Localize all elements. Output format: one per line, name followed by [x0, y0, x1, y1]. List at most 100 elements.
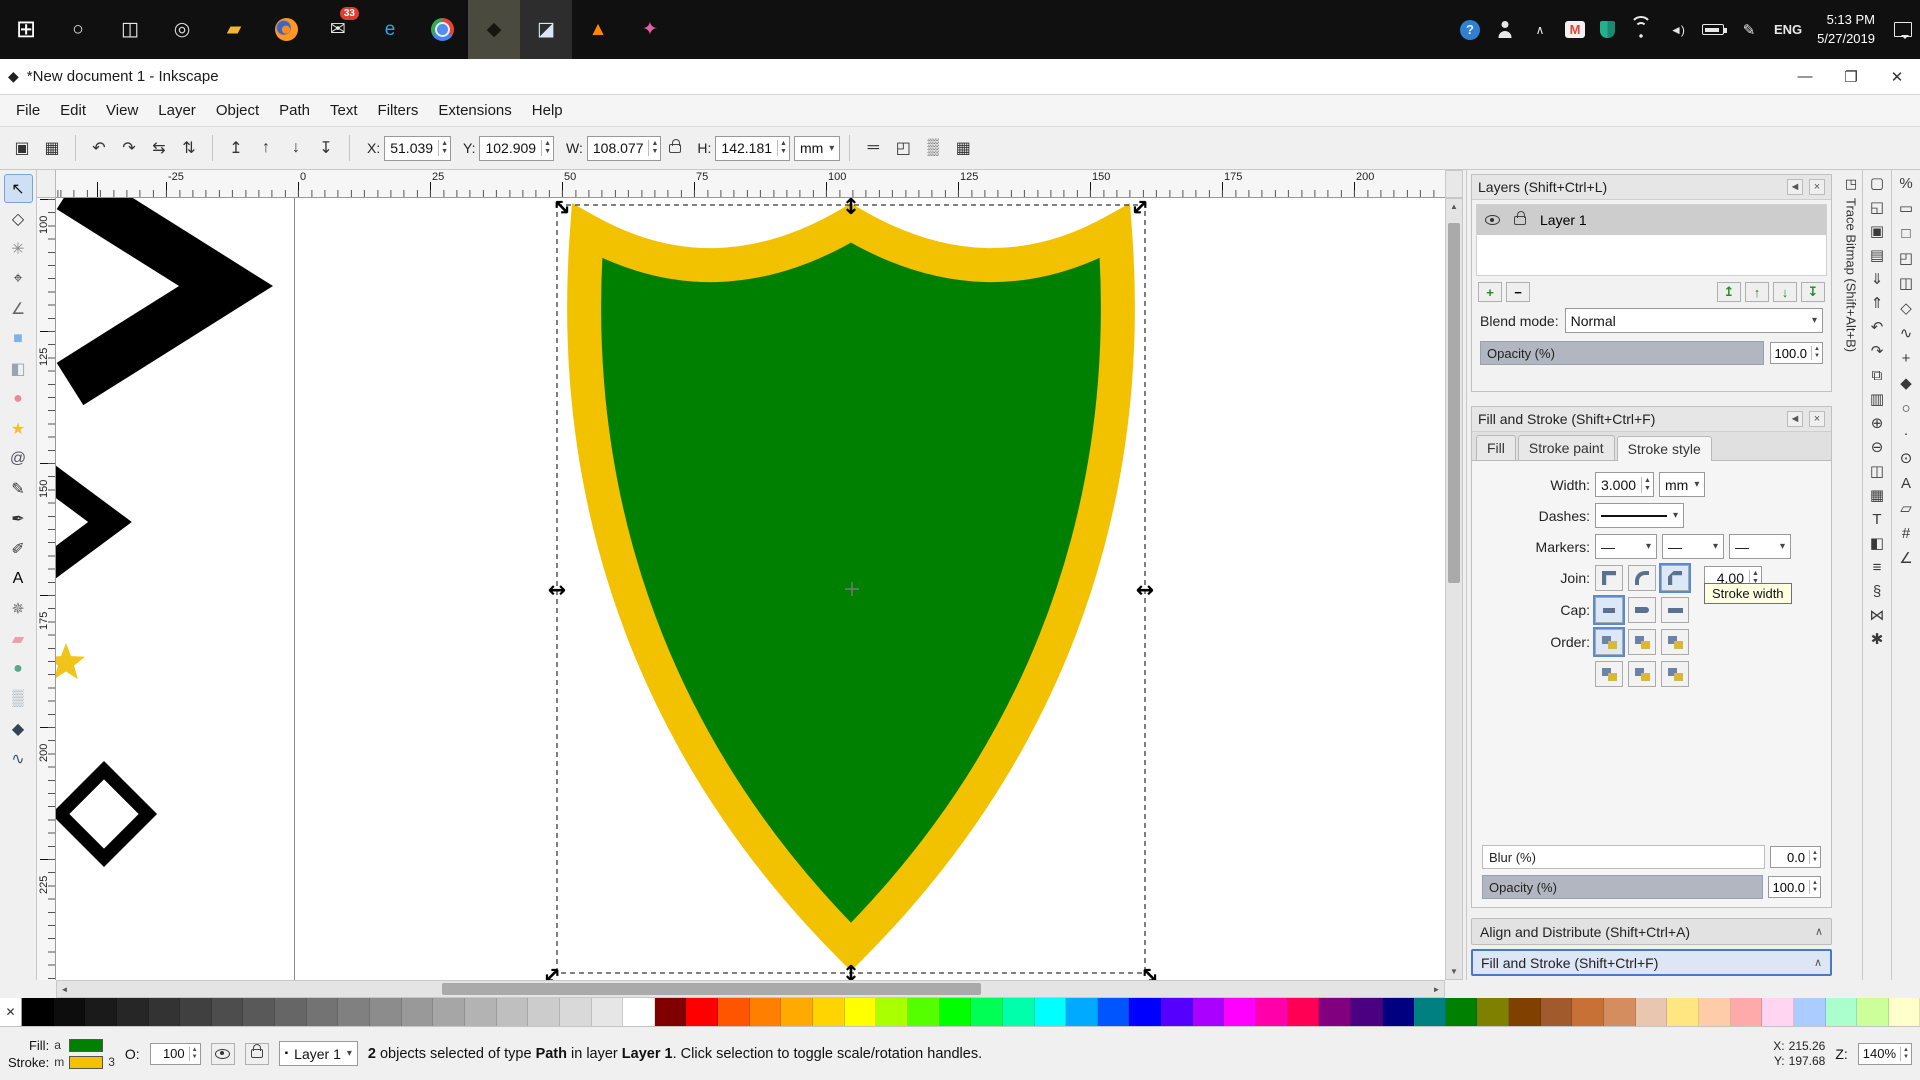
- layer-to-bottom-button[interactable]: ↧: [1801, 282, 1825, 302]
- fill-stroke-collapsed-panel[interactable]: Fill and Stroke (Shift+Ctrl+F) ∧: [1471, 949, 1832, 976]
- eraser-tool[interactable]: ▰: [4, 624, 33, 653]
- pen-icon[interactable]: ✎: [1739, 18, 1759, 42]
- snap-path-icon[interactable]: ∿: [1900, 326, 1913, 341]
- hidden-icons-chevron[interactable]: ∧: [1530, 18, 1550, 42]
- layer-raise-button[interactable]: ↑: [1745, 282, 1769, 302]
- palette-swatch[interactable]: [54, 998, 86, 1026]
- help-icon[interactable]: ?: [1460, 20, 1480, 40]
- paint-order-1-button[interactable]: [1595, 629, 1623, 655]
- selector-tool[interactable]: ↖: [4, 174, 33, 203]
- tab-stroke-style[interactable]: Stroke style: [1617, 436, 1712, 461]
- people-icon[interactable]: [1495, 18, 1515, 42]
- y-input[interactable]: 102.909 ▲▼: [479, 136, 554, 161]
- chevron-shape-small[interactable]: [56, 476, 110, 568]
- palette-swatch[interactable]: [940, 998, 972, 1026]
- vertical-ruler[interactable]: 100125150175200225: [37, 198, 56, 980]
- node-tool[interactable]: ◇: [4, 204, 33, 233]
- paint-order-6-button[interactable]: [1661, 661, 1689, 687]
- clock[interactable]: 5:13 PM 5/27/2019: [1817, 11, 1875, 49]
- palette-swatch[interactable]: [528, 998, 560, 1026]
- current-layer-dropdown[interactable]: ▪ Layer 1▾: [279, 1041, 358, 1066]
- canvas[interactable]: ↔ ↔ ↔ ↔ ↕ ↕ ↔ ↔: [56, 198, 1445, 980]
- menu-extensions[interactable]: Extensions: [428, 98, 521, 123]
- palette-swatch[interactable]: [370, 998, 402, 1026]
- rectangle-tool[interactable]: ■: [4, 324, 33, 353]
- palette-swatch[interactable]: [243, 998, 275, 1026]
- scale-handle-left[interactable]: ↔: [548, 578, 566, 603]
- palette-swatch[interactable]: [1889, 998, 1920, 1026]
- dropper-tool[interactable]: ◆: [4, 714, 33, 743]
- horizontal-scrollbar[interactable]: ◄ ►: [56, 980, 1445, 998]
- palette-swatch[interactable]: [1446, 998, 1478, 1026]
- palette-swatch[interactable]: [908, 998, 940, 1026]
- raise-icon[interactable]: ↑: [252, 134, 280, 162]
- duplicate-icon[interactable]: ◫: [1870, 464, 1884, 479]
- palette-swatch[interactable]: [117, 998, 149, 1026]
- palette-swatch[interactable]: [497, 998, 529, 1026]
- palette-swatch[interactable]: [781, 998, 813, 1026]
- palette-swatch[interactable]: [1319, 998, 1351, 1026]
- calligraphy-tool[interactable]: ✐: [4, 534, 33, 563]
- palette-swatch[interactable]: [1383, 998, 1415, 1026]
- palette-swatch[interactable]: [1003, 998, 1035, 1026]
- action-center-icon[interactable]: [1894, 22, 1912, 37]
- width-input[interactable]: 108.077 ▲▼: [587, 136, 662, 161]
- join-round-button[interactable]: [1628, 565, 1656, 591]
- import-icon[interactable]: ⇓: [1871, 272, 1884, 287]
- minimize-button[interactable]: —: [1782, 59, 1828, 94]
- palette-swatch[interactable]: [1699, 998, 1731, 1026]
- snap-midpoints-icon[interactable]: ·: [1904, 426, 1909, 441]
- language-indicator[interactable]: ENG: [1774, 18, 1802, 42]
- palette-swatch[interactable]: [686, 998, 718, 1026]
- defender-tray-icon[interactable]: [1600, 21, 1615, 38]
- undo-icon[interactable]: ↶: [1871, 320, 1884, 335]
- paint-order-5-button[interactable]: [1628, 661, 1656, 687]
- star-shape[interactable]: [56, 643, 85, 679]
- palette-swatch[interactable]: [1604, 998, 1636, 1026]
- object-opacity-input[interactable]: 100.0 ▲▼: [1768, 876, 1822, 898]
- volume-icon[interactable]: ◄): [1667, 18, 1687, 42]
- export-icon[interactable]: ⇑: [1871, 296, 1884, 311]
- zoom-input[interactable]: 140% ▲▼: [1858, 1043, 1912, 1065]
- redo-icon[interactable]: ↷: [1871, 344, 1884, 359]
- text-tool[interactable]: A: [4, 564, 33, 593]
- opacity-input[interactable]: 100 ▲▼: [150, 1043, 201, 1065]
- tweak-tool[interactable]: ✳: [4, 234, 33, 263]
- x-input[interactable]: 51.039 ▲▼: [384, 136, 451, 161]
- palette-swatch[interactable]: [1857, 998, 1889, 1026]
- palette-swatch[interactable]: [1066, 998, 1098, 1026]
- scale-handle-top[interactable]: ↕: [842, 198, 860, 220]
- text-dialog-icon[interactable]: T: [1872, 512, 1881, 527]
- snap-page-border-icon[interactable]: ▱: [1900, 501, 1912, 516]
- bucket-fill-tool[interactable]: ●: [4, 654, 33, 683]
- battery-icon[interactable]: [1702, 24, 1724, 35]
- no-color-swatch[interactable]: ✕: [0, 998, 22, 1026]
- cap-square-button[interactable]: [1661, 597, 1689, 623]
- layer-opacity-slider[interactable]: Opacity (%): [1480, 341, 1764, 365]
- dock-panel-button[interactable]: ◄: [1787, 411, 1803, 427]
- menu-path[interactable]: Path: [269, 98, 320, 123]
- snap-object-centers-icon[interactable]: ⊙: [1900, 451, 1913, 466]
- tab-stroke-paint[interactable]: Stroke paint: [1518, 435, 1615, 460]
- paint-order-4-button[interactable]: [1595, 661, 1623, 687]
- join-miter-button[interactable]: [1595, 565, 1623, 591]
- palette-swatch[interactable]: [22, 998, 54, 1026]
- document-properties-icon[interactable]: §: [1873, 584, 1881, 599]
- flip-horizontal-icon[interactable]: ⇆: [145, 134, 173, 162]
- snap-bbox-edges-icon[interactable]: □: [1901, 226, 1910, 241]
- palette-swatch[interactable]: [1414, 998, 1446, 1026]
- palette-swatch[interactable]: [1477, 998, 1509, 1026]
- palette-swatch[interactable]: [1098, 998, 1130, 1026]
- layer-lower-button[interactable]: ↓: [1773, 282, 1797, 302]
- photos-icon[interactable]: ◪: [520, 0, 572, 59]
- maximize-button[interactable]: ❐: [1828, 59, 1874, 94]
- palette-swatch[interactable]: [1667, 998, 1699, 1026]
- scroll-down-arrow[interactable]: ▼: [1446, 964, 1462, 979]
- open-document-icon[interactable]: ◱: [1870, 200, 1884, 215]
- new-document-icon[interactable]: ▢: [1870, 176, 1884, 191]
- copy-icon[interactable]: ⧉: [1872, 368, 1883, 383]
- palette-swatch[interactable]: [971, 998, 1003, 1026]
- palette-swatch[interactable]: [1636, 998, 1668, 1026]
- snap-bbox-midpoints-icon[interactable]: ◫: [1899, 276, 1913, 291]
- star-tool[interactable]: ★: [4, 414, 33, 443]
